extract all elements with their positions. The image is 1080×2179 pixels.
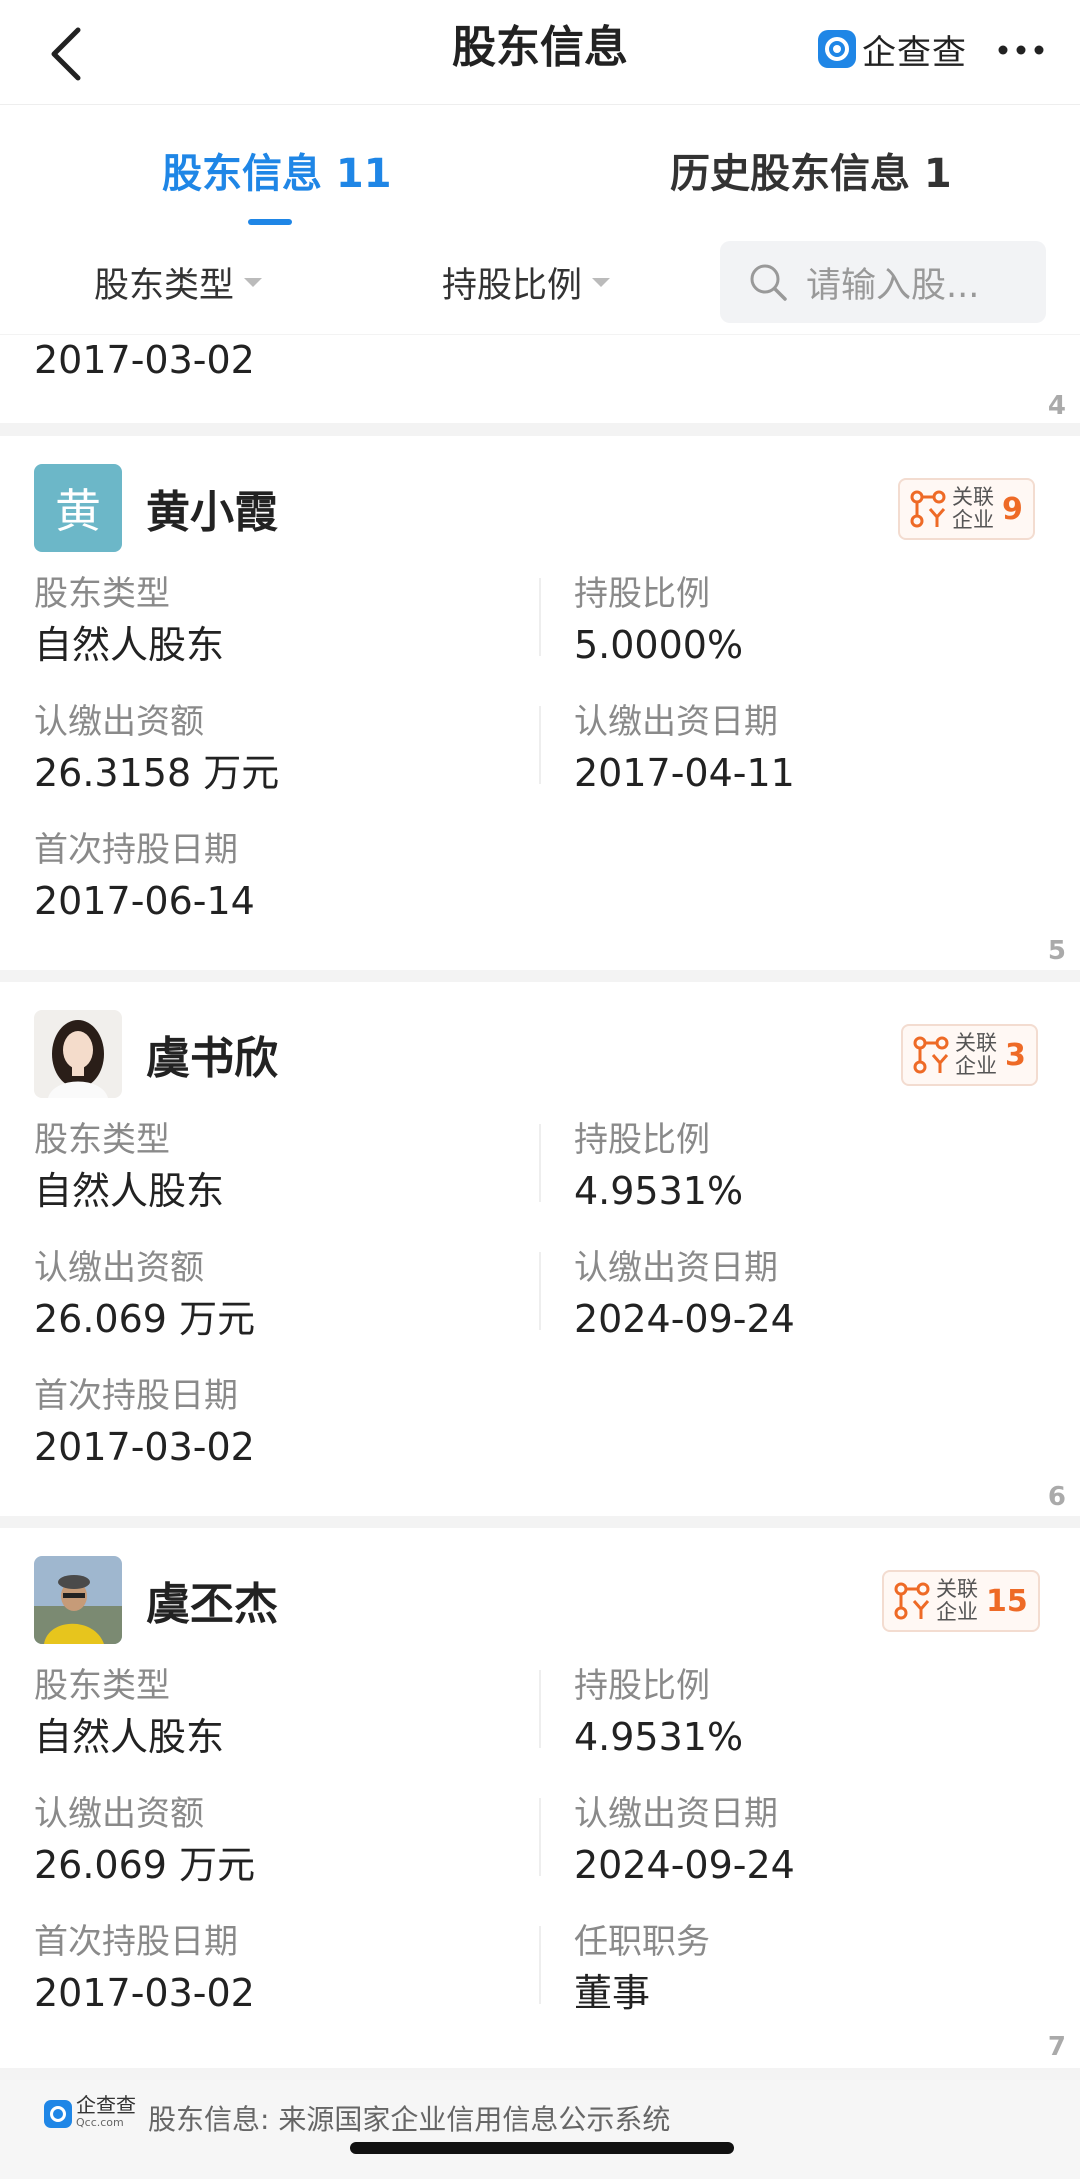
field-subscribed-date: 认缴出资日期 2024-09-24 bbox=[574, 1794, 795, 1887]
card-index: 5 bbox=[1047, 936, 1066, 966]
divider bbox=[539, 1926, 541, 2004]
tab-bar: 股东信息 11 历史股东信息 1 bbox=[0, 104, 1080, 228]
shareholder-name[interactable]: 黄小霞 bbox=[146, 476, 278, 540]
nav-bar: 股东信息 企查查 bbox=[0, 0, 1080, 104]
divider bbox=[539, 1670, 541, 1748]
divider bbox=[539, 706, 541, 784]
first-date-value: 2017-03-02 bbox=[34, 338, 255, 382]
field-holder-type: 股东类型 自然人股东 bbox=[34, 1666, 225, 1759]
field-amount: 认缴出资额 26.3158 万元 bbox=[34, 702, 280, 795]
footer-logo-text: 企查查 bbox=[76, 2093, 136, 2117]
brand-name: 企查查 bbox=[862, 32, 967, 73]
filter-holder-type-label: 股东类型 bbox=[94, 266, 235, 306]
field-amount: 认缴出资额 26.069 万元 bbox=[34, 1248, 256, 1341]
avatar bbox=[34, 1010, 122, 1098]
qcc-logo-icon bbox=[44, 2100, 72, 2128]
avatar: 黄 bbox=[34, 464, 122, 552]
related-count: 9 bbox=[1002, 491, 1023, 527]
field-ratio: 持股比例 4.9531% bbox=[574, 1120, 744, 1213]
field-first-date: 首次持股日期 2017-06-14 bbox=[34, 830, 255, 923]
related-count: 3 bbox=[1005, 1037, 1026, 1073]
card-index: 6 bbox=[1047, 1482, 1066, 1512]
caret-down-icon bbox=[244, 278, 263, 287]
field-position: 任职职务 董事 bbox=[574, 1922, 710, 2015]
network-icon bbox=[913, 1036, 949, 1074]
field-first-date: 首次持股日期 2017-03-02 bbox=[34, 1376, 255, 1469]
field-holder-type: 股东类型 自然人股东 bbox=[34, 574, 225, 667]
network-icon bbox=[910, 490, 946, 528]
brand-logo[interactable]: 企查查 bbox=[818, 24, 967, 74]
shareholder-header: 虞丕杰 bbox=[34, 1556, 278, 1644]
qcc-logo-icon bbox=[818, 30, 856, 68]
divider bbox=[539, 1798, 541, 1876]
shareholder-card-partial[interactable]: 2017-03-02 4 bbox=[0, 335, 1080, 423]
shareholder-card[interactable]: 黄 黄小霞 关联 企业 9 股东类型 自然人股东 持股比例 5.0000% 认缴出… bbox=[0, 436, 1080, 970]
more-icon bbox=[998, 45, 1044, 55]
divider bbox=[539, 578, 541, 656]
footer-source-text: 股东信息: 来源国家企业信用信息公示系统 bbox=[148, 2103, 671, 2136]
home-indicator[interactable] bbox=[350, 2142, 734, 2154]
divider bbox=[539, 1252, 541, 1330]
related-label-1: 关联 bbox=[936, 1577, 978, 1601]
footer-logo: 企查查 Qcc.com bbox=[44, 2093, 136, 2132]
field-first-date: 首次持股日期 2017-03-02 bbox=[34, 1922, 255, 2015]
search-placeholder: 请输入股... bbox=[806, 265, 980, 306]
shareholder-header: 虞书欣 bbox=[34, 1010, 278, 1098]
field-subscribed-date: 认缴出资日期 2024-09-24 bbox=[574, 1248, 795, 1341]
search-input[interactable]: 请输入股... bbox=[720, 241, 1046, 323]
related-label-2: 企业 bbox=[955, 1054, 997, 1078]
shareholder-name[interactable]: 虞书欣 bbox=[146, 1022, 278, 1086]
caret-down-icon bbox=[592, 278, 611, 287]
related-label-2: 企业 bbox=[952, 508, 994, 532]
footer: 企查查 Qcc.com 股东信息: 来源国家企业信用信息公示系统 bbox=[0, 2080, 1080, 2179]
shareholder-header: 黄 黄小霞 bbox=[34, 464, 278, 552]
tab-history-shareholders[interactable]: 历史股东信息 1 bbox=[670, 141, 952, 199]
avatar bbox=[34, 1556, 122, 1644]
field-ratio: 持股比例 4.9531% bbox=[574, 1666, 744, 1759]
related-label-2: 企业 bbox=[936, 1600, 978, 1624]
related-count: 15 bbox=[986, 1583, 1028, 1619]
filter-ratio-label: 持股比例 bbox=[442, 266, 583, 306]
network-icon bbox=[894, 1582, 930, 1620]
shareholder-name[interactable]: 虞丕杰 bbox=[146, 1568, 278, 1632]
more-button[interactable] bbox=[995, 30, 1055, 70]
active-tab-indicator bbox=[248, 219, 292, 225]
card-index: 4 bbox=[1047, 391, 1066, 421]
filter-holder-type[interactable]: 股东类型 bbox=[94, 257, 263, 308]
divider bbox=[539, 1124, 541, 1202]
related-label-1: 关联 bbox=[952, 485, 994, 509]
field-amount: 认缴出资额 26.069 万元 bbox=[34, 1794, 256, 1887]
related-companies-badge[interactable]: 关联 企业 15 bbox=[882, 1570, 1040, 1632]
field-subscribed-date: 认缴出资日期 2017-04-11 bbox=[574, 702, 795, 795]
tab-shareholders[interactable]: 股东信息 11 bbox=[162, 141, 392, 199]
field-ratio: 持股比例 5.0000% bbox=[574, 574, 744, 667]
related-companies-badge[interactable]: 关联 企业 9 bbox=[898, 478, 1035, 540]
filter-bar: 股东类型 持股比例 请输入股... bbox=[0, 227, 1080, 334]
field-holder-type: 股东类型 自然人股东 bbox=[34, 1120, 225, 1213]
card-index: 7 bbox=[1047, 2032, 1066, 2062]
filter-ratio[interactable]: 持股比例 bbox=[442, 257, 611, 308]
shareholder-card[interactable]: 虞丕杰 关联 企业 15 股东类型 自然人股东 持股比例 4.9531% 认缴出资… bbox=[0, 1528, 1080, 2068]
related-label-1: 关联 bbox=[955, 1031, 997, 1055]
shareholder-card[interactable]: 虞书欣 关联 企业 3 股东类型 自然人股东 持股比例 4.9531% 认缴出资额… bbox=[0, 982, 1080, 1516]
related-companies-badge[interactable]: 关联 企业 3 bbox=[901, 1024, 1038, 1086]
search-icon bbox=[750, 264, 787, 301]
